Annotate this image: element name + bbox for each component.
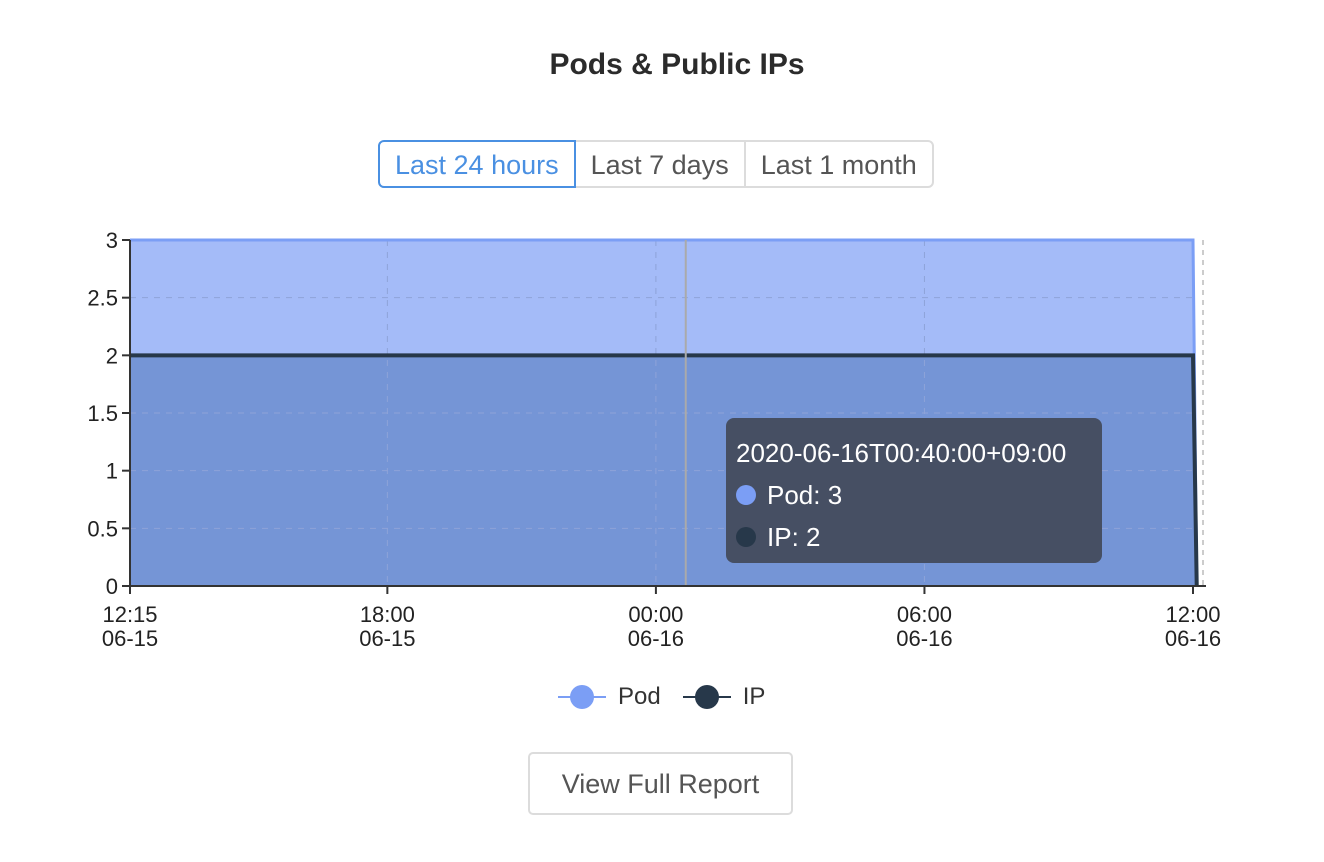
x-tick-date-label: 06-16 — [896, 626, 952, 651]
ip-legend-marker-icon — [682, 682, 731, 712]
y-tick-label: 3 — [106, 228, 118, 253]
tooltip-pod-row: Pod: 3 — [736, 474, 1092, 516]
tooltip-ip-value: IP: 2 — [767, 521, 821, 552]
tooltip-pod-value: Pod: 3 — [767, 479, 843, 510]
tooltip-ip-row: IP: 2 — [736, 516, 1092, 558]
pods-ips-chart[interactable]: 00.511.522.5312:1506-1518:0006-1500:0006… — [0, 0, 1324, 680]
x-tick-time-label: 00:00 — [628, 602, 683, 627]
x-tick-time-label: 06:00 — [897, 602, 952, 627]
x-tick-date-label: 06-15 — [102, 626, 158, 651]
x-tick-date-label: 06-16 — [1165, 626, 1221, 651]
tooltip-timestamp: 2020-06-16T00:40:00+09:00 — [736, 437, 1067, 468]
view-full-report-button[interactable]: View Full Report — [528, 752, 793, 815]
y-tick-label: 0.5 — [87, 516, 118, 541]
x-tick-time-label: 12:15 — [102, 602, 157, 627]
x-tick-date-label: 06-16 — [628, 626, 684, 651]
legend-ip-label: IP — [742, 683, 766, 710]
y-tick-label: 2.5 — [87, 286, 118, 311]
chart-tooltip: 2020-06-16T00:40:00+09:00 Pod: 3 IP: 2 — [726, 418, 1102, 563]
y-tick-label: 0 — [106, 574, 118, 599]
ip-dot-icon — [736, 527, 756, 547]
x-tick-time-label: 18:00 — [360, 602, 415, 627]
chart-legend: Pod IP — [558, 682, 787, 712]
legend-item-pod[interactable]: Pod — [558, 682, 661, 712]
range-last-24-hours-button[interactable]: Last 24 hours — [378, 140, 576, 188]
x-tick-date-label: 06-15 — [359, 626, 415, 651]
legend-item-ip[interactable]: IP — [682, 682, 766, 712]
y-tick-label: 2 — [106, 343, 118, 368]
x-tick-time-label: 12:00 — [1165, 602, 1220, 627]
y-tick-label: 1.5 — [87, 401, 118, 426]
legend-pod-label: Pod — [618, 683, 661, 710]
pod-dot-icon — [736, 485, 756, 505]
y-tick-label: 1 — [106, 459, 118, 484]
pod-legend-marker-icon — [558, 682, 606, 712]
